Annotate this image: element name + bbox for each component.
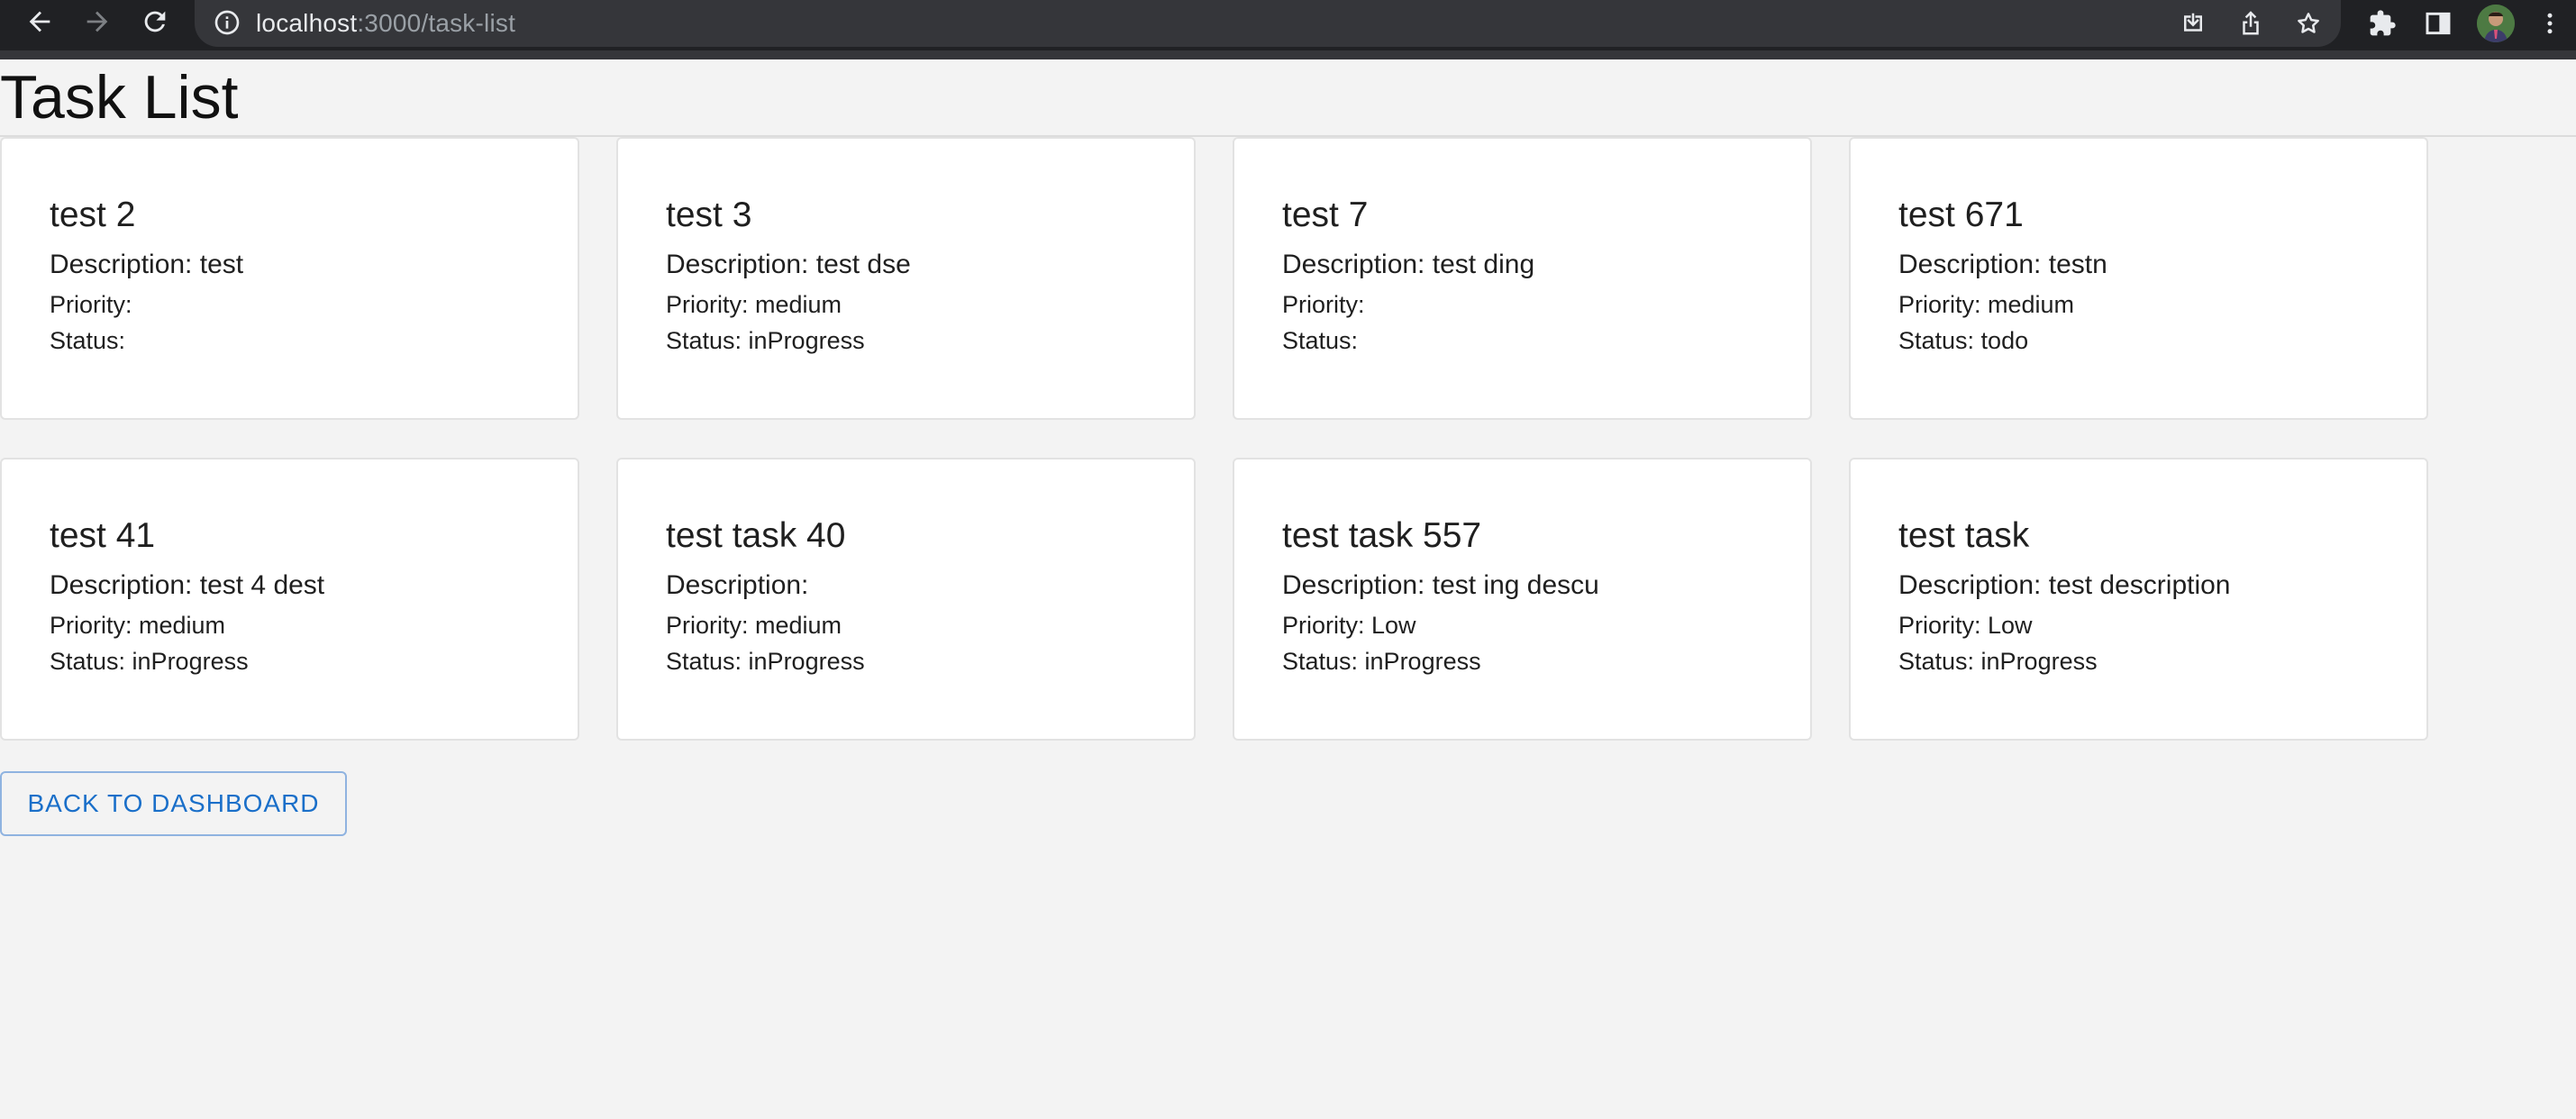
- task-priority: Priority: medium: [666, 291, 842, 318]
- reload-icon[interactable]: [135, 2, 175, 41]
- task-status: Status: inProgress: [666, 327, 865, 354]
- url-host: localhost: [256, 9, 358, 37]
- bookmark-star-icon[interactable]: [2290, 5, 2326, 41]
- task-status: Status: inProgress: [50, 648, 249, 675]
- page-title: Task List: [0, 63, 239, 132]
- task-priority: Priority: Low: [1282, 612, 1416, 639]
- task-title: test task 557: [1282, 516, 1482, 555]
- task-description: Description:: [666, 570, 809, 600]
- url-text: localhost:3000/task-list: [256, 7, 515, 40]
- task-card[interactable]: test 3 Description: test dse Priority: m…: [616, 137, 1196, 420]
- task-title: test task 40: [666, 516, 846, 555]
- task-description: Description: test: [50, 250, 244, 279]
- profile-avatar[interactable]: [2477, 5, 2515, 42]
- task-status: Status: todo: [1898, 327, 2029, 354]
- task-title: test 41: [50, 516, 156, 555]
- forward-icon[interactable]: [77, 2, 117, 41]
- task-description: Description: test ding: [1282, 250, 1535, 279]
- info-icon[interactable]: [213, 8, 241, 37]
- toolbar-divider: [0, 50, 2576, 59]
- task-priority: Priority:: [50, 291, 132, 318]
- task-priority: Priority:: [1282, 291, 1365, 318]
- task-title: test 3: [666, 196, 752, 234]
- task-description: Description: test 4 dest: [50, 570, 325, 600]
- url-path: :3000/task-list: [357, 9, 516, 37]
- task-status: Status: inProgress: [1282, 648, 1481, 675]
- back-icon[interactable]: [20, 2, 59, 41]
- browser-toolbar: localhost:3000/task-list: [0, 0, 2576, 59]
- task-description: Description: test dse: [666, 250, 911, 279]
- task-description: Description: test ing descu: [1282, 570, 1599, 600]
- task-status: Status:: [1282, 327, 1359, 354]
- task-status: Status: inProgress: [666, 648, 865, 675]
- menu-icon[interactable]: [2536, 4, 2563, 43]
- task-priority: Priority: medium: [1898, 291, 2075, 318]
- task-priority: Priority: medium: [50, 612, 226, 639]
- address-bar[interactable]: localhost:3000/task-list: [195, 0, 2341, 47]
- share-icon[interactable]: [2233, 5, 2269, 41]
- page-header: Task List: [0, 59, 2576, 137]
- task-title: test 671: [1898, 196, 2024, 234]
- task-priority: Priority: medium: [666, 612, 842, 639]
- install-icon[interactable]: [2175, 5, 2211, 41]
- back-to-dashboard-button[interactable]: BACK TO DASHBOARD: [0, 771, 347, 836]
- task-card[interactable]: test task Description: test description …: [1849, 458, 2428, 741]
- task-card[interactable]: test 41 Description: test 4 dest Priorit…: [0, 458, 579, 741]
- task-card[interactable]: test 7 Description: test ding Priority: …: [1233, 137, 1812, 420]
- task-description: Description: test description: [1898, 570, 2231, 600]
- task-card[interactable]: test 671 Description: testn Priority: me…: [1849, 137, 2428, 420]
- task-title: test 2: [50, 196, 136, 234]
- task-description: Description: testn: [1898, 250, 2107, 279]
- task-status: Status:: [50, 327, 126, 354]
- task-title: test 7: [1282, 196, 1369, 234]
- task-title: test task: [1898, 516, 2030, 555]
- task-priority: Priority: Low: [1898, 612, 2033, 639]
- task-card[interactable]: test task 40 Description: Priority: medi…: [616, 458, 1196, 741]
- task-status: Status: inProgress: [1898, 648, 2098, 675]
- task-card[interactable]: test task 557 Description: test ing desc…: [1233, 458, 1812, 741]
- task-card[interactable]: test 2 Description: test Priority: Statu…: [0, 137, 579, 420]
- extensions-icon[interactable]: [2362, 4, 2402, 43]
- side-panel-icon[interactable]: [2418, 4, 2458, 43]
